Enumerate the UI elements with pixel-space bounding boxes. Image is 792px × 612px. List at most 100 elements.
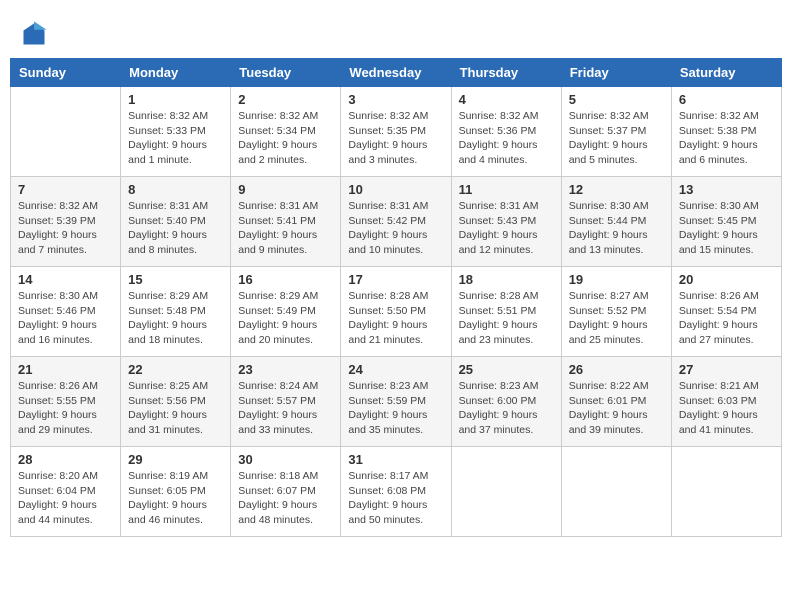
calendar-cell: 3 Sunrise: 8:32 AMSunset: 5:35 PMDaylight…: [341, 87, 451, 177]
calendar-cell: 19 Sunrise: 8:27 AMSunset: 5:52 PMDayligh…: [561, 267, 671, 357]
day-number: 28: [18, 452, 113, 467]
cell-content: Sunrise: 8:32 AMSunset: 5:39 PMDaylight:…: [18, 199, 113, 258]
calendar-cell: 30 Sunrise: 8:18 AMSunset: 6:07 PMDayligh…: [231, 447, 341, 537]
day-number: 16: [238, 272, 333, 287]
calendar-cell: 1Sunrise: 8:32 AMSunset: 5:33 PMDaylight…: [121, 87, 231, 177]
cell-content: Sunrise: 8:32 AMSunset: 5:36 PMDaylight:…: [459, 109, 554, 168]
page-header: [10, 10, 782, 53]
day-number: 2: [238, 92, 333, 107]
cell-content: Sunrise: 8:32 AMSunset: 5:38 PMDaylight:…: [679, 109, 774, 168]
cell-content: Sunrise: 8:30 AMSunset: 5:45 PMDaylight:…: [679, 199, 774, 258]
day-number: 14: [18, 272, 113, 287]
day-number: 26: [569, 362, 664, 377]
calendar-cell: [11, 87, 121, 177]
cell-content: Sunrise: 8:30 AMSunset: 5:46 PMDaylight:…: [18, 289, 113, 348]
logo: [20, 20, 52, 48]
day-number: 13: [679, 182, 774, 197]
cell-content: Sunrise: 8:26 AMSunset: 5:54 PMDaylight:…: [679, 289, 774, 348]
cell-content: Sunrise: 8:28 AMSunset: 5:50 PMDaylight:…: [348, 289, 443, 348]
calendar-cell: 15Sunrise: 8:29 AMSunset: 5:48 PMDayligh…: [121, 267, 231, 357]
day-number: 24: [348, 362, 443, 377]
calendar-cell: 14 Sunrise: 8:30 AMSunset: 5:46 PMDayligh…: [11, 267, 121, 357]
cell-content: Sunrise: 8:27 AMSunset: 5:52 PMDaylight:…: [569, 289, 664, 348]
calendar-row: 7 Sunrise: 8:32 AMSunset: 5:39 PMDaylight…: [11, 177, 782, 267]
cell-content: Sunrise: 8:31 AMSunset: 5:43 PMDaylight:…: [459, 199, 554, 258]
calendar-cell: 23 Sunrise: 8:24 AMSunset: 5:57 PMDayligh…: [231, 357, 341, 447]
weekday-header-friday: Friday: [561, 59, 671, 87]
cell-content: Sunrise: 8:23 AMSunset: 6:00 PMDaylight:…: [459, 379, 554, 438]
day-number: 8: [128, 182, 223, 197]
cell-content: Sunrise: 8:31 AMSunset: 5:40 PMDaylight:…: [128, 199, 223, 258]
day-number: 30: [238, 452, 333, 467]
weekday-header-monday: Monday: [121, 59, 231, 87]
calendar-cell: 20 Sunrise: 8:26 AMSunset: 5:54 PMDayligh…: [671, 267, 781, 357]
cell-content: Sunrise: 8:29 AMSunset: 5:48 PMDaylight:…: [128, 289, 223, 348]
day-number: 31: [348, 452, 443, 467]
cell-content: Sunrise: 8:19 AMSunset: 6:05 PMDaylight:…: [128, 469, 223, 528]
calendar-cell: 13 Sunrise: 8:30 AMSunset: 5:45 PMDayligh…: [671, 177, 781, 267]
cell-content: Sunrise: 8:18 AMSunset: 6:07 PMDaylight:…: [238, 469, 333, 528]
cell-content: Sunrise: 8:28 AMSunset: 5:51 PMDaylight:…: [459, 289, 554, 348]
day-number: 19: [569, 272, 664, 287]
calendar-cell: 16 Sunrise: 8:29 AMSunset: 5:49 PMDayligh…: [231, 267, 341, 357]
logo-icon: [20, 20, 48, 48]
day-number: 17: [348, 272, 443, 287]
calendar-cell: 11 Sunrise: 8:31 AMSunset: 5:43 PMDayligh…: [451, 177, 561, 267]
cell-content: Sunrise: 8:20 AMSunset: 6:04 PMDaylight:…: [18, 469, 113, 528]
day-number: 11: [459, 182, 554, 197]
day-number: 7: [18, 182, 113, 197]
calendar-cell: 26 Sunrise: 8:22 AMSunset: 6:01 PMDayligh…: [561, 357, 671, 447]
calendar-cell: 17 Sunrise: 8:28 AMSunset: 5:50 PMDayligh…: [341, 267, 451, 357]
calendar-cell: 4Sunrise: 8:32 AMSunset: 5:36 PMDaylight…: [451, 87, 561, 177]
day-number: 5: [569, 92, 664, 107]
day-number: 12: [569, 182, 664, 197]
cell-content: Sunrise: 8:26 AMSunset: 5:55 PMDaylight:…: [18, 379, 113, 438]
calendar-row: 21 Sunrise: 8:26 AMSunset: 5:55 PMDayligh…: [11, 357, 782, 447]
day-number: 25: [459, 362, 554, 377]
calendar-cell: 21 Sunrise: 8:26 AMSunset: 5:55 PMDayligh…: [11, 357, 121, 447]
day-number: 3: [348, 92, 443, 107]
day-number: 20: [679, 272, 774, 287]
calendar-row: 14 Sunrise: 8:30 AMSunset: 5:46 PMDayligh…: [11, 267, 782, 357]
cell-content: Sunrise: 8:29 AMSunset: 5:49 PMDaylight:…: [238, 289, 333, 348]
weekday-header-saturday: Saturday: [671, 59, 781, 87]
cell-content: Sunrise: 8:21 AMSunset: 6:03 PMDaylight:…: [679, 379, 774, 438]
cell-content: Sunrise: 8:32 AMSunset: 5:34 PMDaylight:…: [238, 109, 333, 168]
cell-content: Sunrise: 8:24 AMSunset: 5:57 PMDaylight:…: [238, 379, 333, 438]
calendar-cell: [451, 447, 561, 537]
calendar-table: SundayMondayTuesdayWednesdayThursdayFrid…: [10, 58, 782, 537]
day-number: 18: [459, 272, 554, 287]
calendar-cell: 6Sunrise: 8:32 AMSunset: 5:38 PMDaylight…: [671, 87, 781, 177]
calendar-cell: 27 Sunrise: 8:21 AMSunset: 6:03 PMDayligh…: [671, 357, 781, 447]
weekday-header-wednesday: Wednesday: [341, 59, 451, 87]
day-number: 22: [128, 362, 223, 377]
day-number: 10: [348, 182, 443, 197]
calendar-cell: [561, 447, 671, 537]
calendar-cell: 10 Sunrise: 8:31 AMSunset: 5:42 PMDayligh…: [341, 177, 451, 267]
cell-content: Sunrise: 8:17 AMSunset: 6:08 PMDaylight:…: [348, 469, 443, 528]
calendar-cell: 22 Sunrise: 8:25 AMSunset: 5:56 PMDayligh…: [121, 357, 231, 447]
calendar-cell: 18 Sunrise: 8:28 AMSunset: 5:51 PMDayligh…: [451, 267, 561, 357]
day-number: 9: [238, 182, 333, 197]
calendar-cell: 29 Sunrise: 8:19 AMSunset: 6:05 PMDayligh…: [121, 447, 231, 537]
day-number: 21: [18, 362, 113, 377]
weekday-header-thursday: Thursday: [451, 59, 561, 87]
cell-content: Sunrise: 8:31 AMSunset: 5:42 PMDaylight:…: [348, 199, 443, 258]
cell-content: Sunrise: 8:22 AMSunset: 6:01 PMDaylight:…: [569, 379, 664, 438]
cell-content: Sunrise: 8:32 AMSunset: 5:33 PMDaylight:…: [128, 109, 223, 168]
calendar-row: 1Sunrise: 8:32 AMSunset: 5:33 PMDaylight…: [11, 87, 782, 177]
calendar-cell: 7 Sunrise: 8:32 AMSunset: 5:39 PMDaylight…: [11, 177, 121, 267]
calendar-cell: 25 Sunrise: 8:23 AMSunset: 6:00 PMDayligh…: [451, 357, 561, 447]
day-number: 23: [238, 362, 333, 377]
calendar-cell: 31 Sunrise: 8:17 AMSunset: 6:08 PMDayligh…: [341, 447, 451, 537]
day-number: 29: [128, 452, 223, 467]
calendar-cell: [671, 447, 781, 537]
calendar-cell: 8 Sunrise: 8:31 AMSunset: 5:40 PMDaylight…: [121, 177, 231, 267]
cell-content: Sunrise: 8:32 AMSunset: 5:35 PMDaylight:…: [348, 109, 443, 168]
calendar-cell: 5Sunrise: 8:32 AMSunset: 5:37 PMDaylight…: [561, 87, 671, 177]
calendar-cell: 24Sunrise: 8:23 AMSunset: 5:59 PMDayligh…: [341, 357, 451, 447]
calendar-row: 28 Sunrise: 8:20 AMSunset: 6:04 PMDayligh…: [11, 447, 782, 537]
cell-content: Sunrise: 8:25 AMSunset: 5:56 PMDaylight:…: [128, 379, 223, 438]
cell-content: Sunrise: 8:31 AMSunset: 5:41 PMDaylight:…: [238, 199, 333, 258]
day-number: 27: [679, 362, 774, 377]
